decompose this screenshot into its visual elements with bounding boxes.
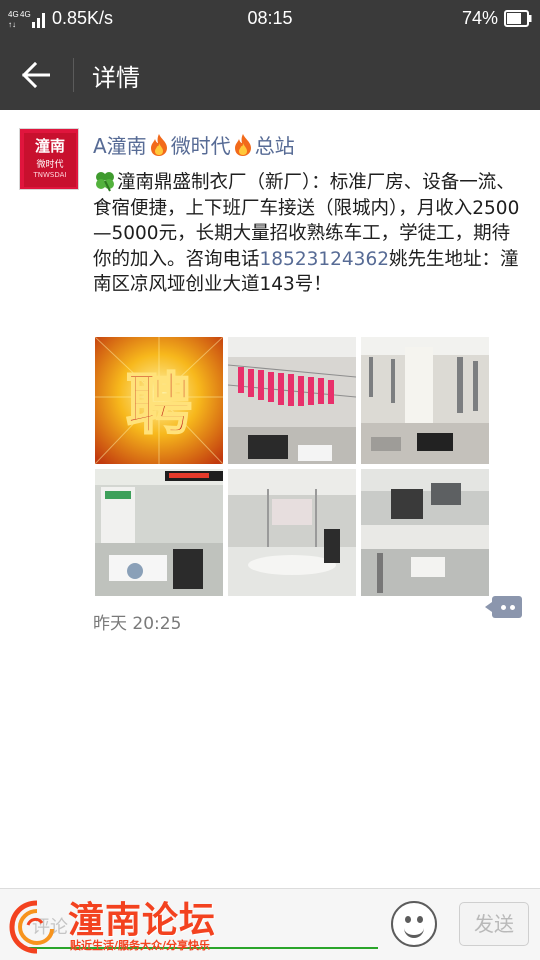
emoji-button[interactable] bbox=[391, 901, 437, 947]
comment-button[interactable] bbox=[485, 596, 522, 618]
photo-workshop[interactable] bbox=[95, 469, 223, 596]
author-name[interactable]: A潼南 微时代 总站 bbox=[93, 130, 295, 159]
recruit-image: 聘 bbox=[95, 337, 223, 464]
photo-recruit[interactable]: 聘 bbox=[95, 337, 223, 464]
forum-logo: 潼南论坛 贴近生活/服务大众/分享快乐 bbox=[0, 889, 370, 960]
swirl-icon bbox=[9, 900, 54, 954]
forum-slogan: 贴近生活/服务大众/分享快乐 bbox=[70, 939, 211, 952]
workshop-image bbox=[228, 337, 356, 464]
post-text: 潼南鼎盛制衣厂（新厂）：标准厂房、设备一流、食宿便捷，上下班厂车接送（限城内），… bbox=[93, 170, 525, 298]
author-part-2: 微时代 bbox=[170, 134, 231, 158]
author-part-1: A潼南 bbox=[93, 134, 147, 158]
avatar-text-2: 微时代 bbox=[36, 160, 64, 170]
workshop-image bbox=[361, 469, 489, 596]
divider bbox=[73, 58, 74, 92]
send-button[interactable]: 发送 bbox=[459, 902, 529, 946]
photo-workshop[interactable] bbox=[361, 337, 489, 464]
clover-icon bbox=[96, 172, 114, 192]
post-timestamp: 昨天 20:25 bbox=[93, 614, 182, 634]
photo-grid: 聘 bbox=[95, 337, 489, 596]
photo-workshop[interactable] bbox=[361, 469, 489, 596]
forum-name: 潼南论坛 bbox=[68, 900, 217, 941]
photo-workshop[interactable] bbox=[228, 469, 356, 596]
workshop-image bbox=[228, 469, 356, 596]
avatar-image: 潼南 微时代 TNWSDAI bbox=[24, 133, 76, 187]
workshop-image bbox=[95, 469, 223, 596]
battery-icon bbox=[504, 10, 532, 27]
author-part-3: 总站 bbox=[254, 134, 295, 158]
avatar-text-1: 潼南 bbox=[34, 137, 65, 155]
recruit-label: 聘 bbox=[126, 366, 192, 443]
battery-percent: 74% bbox=[461, 8, 498, 28]
avatar-text-3: TNWSDAI bbox=[33, 171, 67, 179]
fire-icon bbox=[234, 133, 251, 156]
fire-icon bbox=[150, 133, 167, 156]
photo-workshop[interactable] bbox=[228, 337, 356, 464]
phone-link[interactable]: 18523124362 bbox=[260, 249, 389, 270]
app-bar: 详情 bbox=[0, 40, 540, 110]
comment-bar: 评论 潼南论坛 贴近生活/服务大众/分享快乐 发送 bbox=[0, 888, 540, 960]
back-button[interactable] bbox=[14, 55, 58, 95]
status-bar: 4G 4G ↑↓ 0.85K/s 08:15 74% bbox=[0, 0, 540, 40]
workshop-image bbox=[361, 337, 489, 464]
page-title: 详情 bbox=[92, 64, 140, 92]
arrow-left-icon bbox=[22, 62, 50, 88]
avatar[interactable]: 潼南 微时代 TNWSDAI bbox=[19, 128, 79, 190]
clock: 08:15 bbox=[247, 8, 293, 28]
